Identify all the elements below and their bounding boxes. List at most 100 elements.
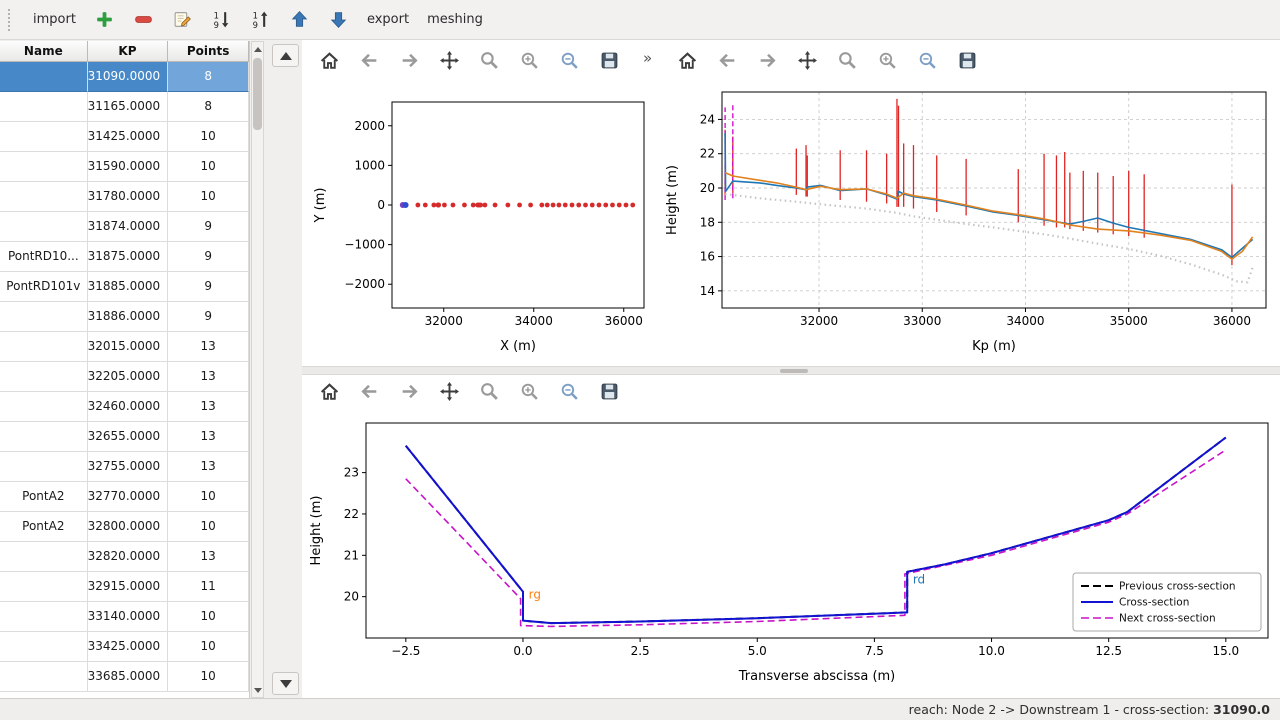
cell-kp[interactable]: 31886.0000 xyxy=(88,302,169,332)
save-button[interactable] xyxy=(596,47,623,74)
table-row[interactable]: 31874.00009 xyxy=(0,212,249,242)
cell-name[interactable] xyxy=(0,632,88,662)
customize-button[interactable] xyxy=(556,378,583,405)
cell-name[interactable]: PontA2 xyxy=(0,482,88,512)
cell-kp[interactable]: 32820.0000 xyxy=(88,542,169,572)
cell-points[interactable]: 10 xyxy=(168,182,249,212)
table-row[interactable]: 32655.000013 xyxy=(0,422,249,452)
cell-points[interactable]: 8 xyxy=(168,62,249,92)
cell-points[interactable]: 10 xyxy=(168,632,249,662)
cell-points[interactable]: 8 xyxy=(168,92,249,122)
cell-points[interactable]: 10 xyxy=(168,662,249,692)
cell-kp[interactable]: 33685.0000 xyxy=(88,662,169,692)
cell-name[interactable] xyxy=(0,602,88,632)
cell-kp[interactable]: 31885.0000 xyxy=(88,272,169,302)
table-row[interactable]: 32460.000013 xyxy=(0,392,249,422)
cell-points[interactable]: 13 xyxy=(168,452,249,482)
cell-name[interactable] xyxy=(0,212,88,242)
sort-descending-button[interactable]: 19 xyxy=(206,5,237,35)
cell-name[interactable] xyxy=(0,62,88,92)
remove-section-button[interactable] xyxy=(128,5,159,35)
table-row[interactable]: PontRD10...31875.00009 xyxy=(0,242,249,272)
cell-kp[interactable]: 31875.0000 xyxy=(88,242,169,272)
move-up-button[interactable] xyxy=(284,5,315,35)
home-button[interactable] xyxy=(674,47,701,74)
sort-ascending-button[interactable]: 19 xyxy=(245,5,276,35)
cell-name[interactable] xyxy=(0,92,88,122)
home-button[interactable] xyxy=(316,47,343,74)
cell-kp[interactable]: 31780.0000 xyxy=(88,182,169,212)
cell-name[interactable] xyxy=(0,542,88,572)
cell-kp[interactable]: 31874.0000 xyxy=(88,212,169,242)
table-row[interactable]: 31780.000010 xyxy=(0,182,249,212)
cell-kp[interactable]: 32460.0000 xyxy=(88,392,169,422)
cell-points[interactable]: 10 xyxy=(168,482,249,512)
table-row[interactable]: 32755.000013 xyxy=(0,452,249,482)
cell-kp[interactable]: 32205.0000 xyxy=(88,362,169,392)
save-button[interactable] xyxy=(954,47,981,74)
customize-button[interactable] xyxy=(914,47,941,74)
cell-points[interactable]: 13 xyxy=(168,542,249,572)
zoom-button[interactable] xyxy=(834,47,861,74)
table-row[interactable]: 31090.00008 xyxy=(0,62,249,92)
cell-name[interactable] xyxy=(0,662,88,692)
table-row[interactable]: 33425.000010 xyxy=(0,632,249,662)
scrollbar-thumb[interactable] xyxy=(253,58,262,130)
scrollbar-up-arrow[interactable] xyxy=(252,43,263,55)
table-row[interactable]: 32915.000011 xyxy=(0,572,249,602)
cell-points[interactable]: 10 xyxy=(168,152,249,182)
back-button[interactable] xyxy=(714,47,741,74)
cell-name[interactable] xyxy=(0,182,88,212)
import-button[interactable]: import xyxy=(28,5,81,35)
cell-kp[interactable]: 32770.0000 xyxy=(88,482,169,512)
cell-points[interactable]: 9 xyxy=(168,212,249,242)
subplots-button[interactable] xyxy=(516,47,543,74)
table-row[interactable]: PontA232770.000010 xyxy=(0,482,249,512)
cell-name[interactable] xyxy=(0,302,88,332)
cell-name[interactable]: PontRD101v xyxy=(0,272,88,302)
cell-points[interactable]: 13 xyxy=(168,422,249,452)
cell-points[interactable]: 10 xyxy=(168,122,249,152)
add-section-button[interactable] xyxy=(89,5,120,35)
cell-kp[interactable]: 31425.0000 xyxy=(88,122,169,152)
cell-points[interactable]: 9 xyxy=(168,302,249,332)
cell-name[interactable] xyxy=(0,452,88,482)
cell-points[interactable]: 10 xyxy=(168,512,249,542)
table-row[interactable]: 33685.000010 xyxy=(0,662,249,692)
cell-points[interactable]: 9 xyxy=(168,242,249,272)
table-row[interactable]: PontA232800.000010 xyxy=(0,512,249,542)
table-row[interactable]: PontRD101v31885.00009 xyxy=(0,272,249,302)
subplots-button[interactable] xyxy=(874,47,901,74)
column-header-points[interactable]: Points xyxy=(168,41,249,62)
forward-button[interactable] xyxy=(396,47,423,74)
cell-kp[interactable]: 32015.0000 xyxy=(88,332,169,362)
table-row[interactable]: 33140.000010 xyxy=(0,602,249,632)
cell-name[interactable] xyxy=(0,122,88,152)
back-button[interactable] xyxy=(356,47,383,74)
cell-name[interactable] xyxy=(0,572,88,602)
longitudinal-profile-chart[interactable]: 3200033000340003500036000141618202224Kp … xyxy=(660,80,1278,366)
cell-kp[interactable]: 32655.0000 xyxy=(88,422,169,452)
cell-name[interactable] xyxy=(0,332,88,362)
export-button[interactable]: export xyxy=(362,5,414,35)
cell-kp[interactable]: 33140.0000 xyxy=(88,602,169,632)
move-down-button[interactable] xyxy=(323,5,354,35)
table-scrollbar[interactable] xyxy=(251,41,264,698)
zoom-button[interactable] xyxy=(476,378,503,405)
pan-button[interactable] xyxy=(436,378,463,405)
cell-kp[interactable]: 31090.0000 xyxy=(88,62,169,92)
table-row[interactable]: 31886.00009 xyxy=(0,302,249,332)
table-row[interactable]: 31165.00008 xyxy=(0,92,249,122)
customize-button[interactable] xyxy=(556,47,583,74)
plan-view-chart[interactable]: 320003400036000−2000−1000010002000X (m)Y… xyxy=(304,80,658,366)
pan-button[interactable] xyxy=(436,47,463,74)
pan-button[interactable] xyxy=(794,47,821,74)
edit-section-button[interactable] xyxy=(167,5,198,35)
save-button[interactable] xyxy=(596,378,623,405)
zoom-button[interactable] xyxy=(476,47,503,74)
meshing-button[interactable]: meshing xyxy=(422,5,488,35)
forward-button[interactable] xyxy=(754,47,781,74)
table-row[interactable]: 32205.000013 xyxy=(0,362,249,392)
back-button[interactable] xyxy=(356,378,383,405)
scroll-bottom-button[interactable] xyxy=(272,672,299,695)
